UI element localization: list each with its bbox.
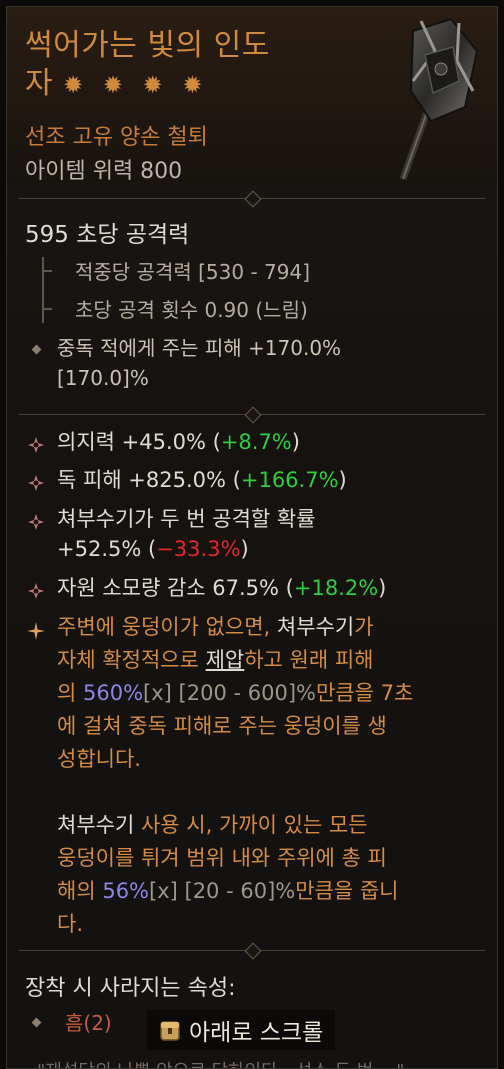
affix-star-icon — [28, 583, 44, 599]
scroll-down-hint[interactable]: 아래로 스크롤 — [147, 1010, 336, 1050]
diamond-bullet-icon — [31, 344, 42, 355]
affix-text: 자원 소모량 감소 67.5% ( — [57, 576, 294, 600]
legend-text: 해의 — [57, 879, 103, 903]
dps-value: 595 초당 공격력 — [25, 222, 190, 248]
keyword-overpower[interactable]: 제압 — [206, 648, 245, 672]
affix-close: ) — [378, 576, 387, 600]
damage-per-hit: 적중당 공격력 [530 - 794] — [75, 260, 310, 284]
legendary-aspect: 주변에 웅덩이가 없으면, 쳐부수기가 자체 확정적으로 제압하고 원래 피해 … — [57, 611, 477, 941]
legend-text: 사용 시, 가까이 있는 모든 — [134, 813, 368, 837]
affix-poison-damage: 독 피해 +825.0% (+166.7%) — [57, 465, 347, 495]
implicit-poison-damage: 중독 적에게 주는 피해 +170.0% [170.0]% — [57, 333, 341, 393]
chest-key-icon — [160, 1021, 180, 1041]
scroll-hint-label: 아래로 스크롤 — [189, 1020, 324, 1046]
affix-star-icon — [28, 475, 44, 491]
unequip-lost-title: 장착 시 사라지는 속성: — [25, 976, 236, 1001]
item-tooltip: 썩어가는 빛의 인도 자 ✹ ✹ ✹ ✹ 선조 고유 양손 철퇴 아이템 위력 … — [6, 6, 498, 1069]
affix-close: ) — [338, 468, 347, 492]
legend-text: 만큼을 줍니 — [295, 879, 399, 903]
unequip-lost-item: 흠(2) — [65, 1011, 112, 1035]
affix-star-icon — [28, 437, 44, 453]
flavor-text: "재설당의 나쁜 악으로 당하인다 - 선스 두 번 ..." — [37, 1057, 405, 1068]
affix-delta: +8.7% — [220, 430, 292, 454]
legend-text: 다. — [57, 912, 83, 936]
attacks-per-second: 초당 공격 횟수 0.90 (느림) — [75, 298, 308, 322]
affix-text: 독 피해 +825.0% ( — [57, 468, 241, 492]
legend-text: 하고 원래 피해 — [244, 648, 374, 672]
item-type: 선조 고유 양손 철퇴 — [25, 125, 208, 150]
affix-willpower: 의지력 +45.0% (+8.7%) — [57, 427, 300, 457]
item-power: 아이템 위력 800 — [25, 159, 183, 184]
legend-text: 주변에 웅덩이가 없으면, — [57, 615, 277, 639]
diamond-bullet-icon — [31, 1017, 42, 1028]
legend-text: 웅덩이를 튀겨 범위 내와 주위에 총 피 — [57, 846, 387, 870]
affix-star-icon — [28, 514, 44, 530]
tooltip-header: 썩어가는 빛의 인도 자 ✹ ✹ ✹ ✹ 선조 고유 양손 철퇴 아이템 위력 … — [7, 7, 497, 185]
legend-text: 성합니다. — [57, 747, 141, 771]
legend-text: 에 걸쳐 중독 피해로 주는 웅덩이를 생 — [57, 714, 387, 738]
affix-double-attack-chance: 쳐부수기가 두 번 공격할 확률 +52.5% (−33.3%) — [57, 504, 316, 564]
item-name-line1: 썩어가는 빛의 인도 — [25, 28, 270, 63]
legend-text: 자체 확정적으로 — [57, 648, 206, 672]
section-divider — [19, 190, 485, 208]
affix-text-line1: 쳐부수기가 두 번 공격할 확률 — [57, 507, 316, 531]
affix-text: 의지력 +45.0% ( — [57, 430, 221, 454]
legend-range: [x] [20 - 60]% — [149, 879, 296, 903]
skill-name: 쳐부수기 — [57, 813, 135, 837]
rarity-stars: ✹ ✹ ✹ ✹ — [63, 71, 209, 99]
legend-value: 56% — [102, 879, 150, 903]
legend-value: 560% — [83, 681, 144, 705]
section-divider — [19, 406, 485, 424]
affix-delta: +166.7% — [240, 468, 339, 492]
affix-text: +52.5% ( — [57, 537, 157, 561]
item-name: 썩어가는 빛의 인도 자 ✹ ✹ ✹ ✹ — [25, 27, 365, 104]
affix-delta: −33.3% — [156, 537, 241, 561]
legend-text: 만큼을 7초 — [315, 681, 414, 705]
legend-text: 의 — [57, 681, 83, 705]
section-divider — [19, 942, 485, 960]
implicit-line2: [170.0]% — [57, 366, 149, 390]
affix-resource-cost-reduction: 자원 소모량 감소 67.5% (+18.2%) — [57, 573, 386, 603]
item-name-line2: 자 — [25, 66, 54, 101]
legend-text: 가 — [354, 615, 374, 639]
stat-tree-lines — [42, 257, 52, 323]
affix-delta: +18.2% — [293, 576, 379, 600]
legend-range: [x] [200 - 600]% — [143, 681, 316, 705]
implicit-line1: 중독 적에게 주는 피해 +170.0% — [57, 336, 342, 360]
legendary-aspect-icon — [27, 622, 45, 640]
affix-close: ) — [240, 537, 249, 561]
two-handed-mace-icon — [399, 17, 479, 181]
skill-name: 쳐부수기 — [276, 615, 355, 639]
affix-close: ) — [291, 430, 300, 454]
